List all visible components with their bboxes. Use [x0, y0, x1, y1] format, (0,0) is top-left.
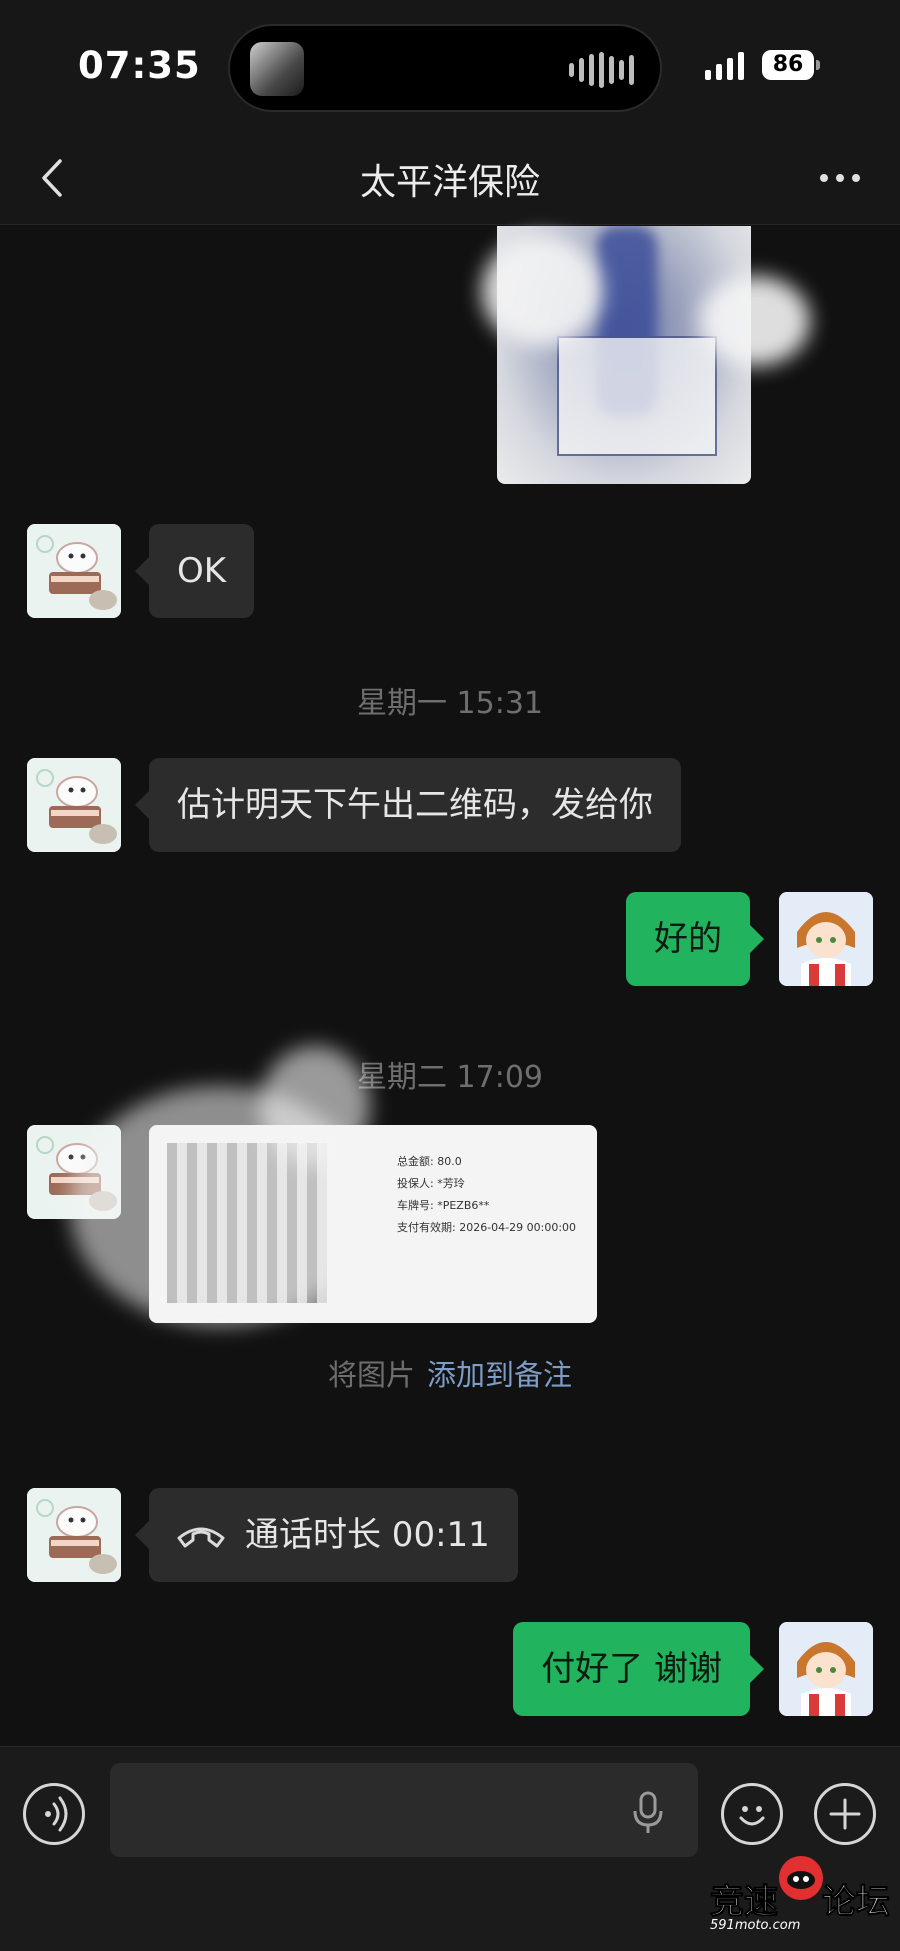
contact-avatar[interactable]	[27, 758, 121, 852]
forum-watermark: 竞速 论坛 591moto.com	[706, 1852, 896, 1948]
voice-toggle-button[interactable]	[23, 1783, 85, 1845]
add-to-note-link[interactable]: 添加到备注	[427, 1358, 572, 1392]
payment-total: 总金额: 80.0	[397, 1155, 462, 1168]
voice-wave-icon	[45, 1796, 68, 1832]
message-bubble-outgoing[interactable]: 付好了 谢谢	[513, 1622, 764, 1716]
my-avatar[interactable]	[779, 1622, 873, 1716]
contact-avatar[interactable]	[27, 524, 121, 618]
plus-icon	[829, 1798, 861, 1830]
signal-icon	[705, 52, 744, 80]
mascot-logo	[779, 1856, 823, 1900]
status-time: 07:35	[78, 44, 201, 87]
blur-smear	[482, 236, 602, 346]
call-duration: 通话时长 00:11	[245, 1515, 490, 1555]
battery-icon: 86	[762, 50, 814, 80]
message-bubble-incoming[interactable]: OK	[134, 524, 255, 618]
message-timestamp: 星期一 15:31	[357, 686, 543, 721]
contact-avatar[interactable]	[27, 1488, 121, 1582]
more-actions-button[interactable]	[814, 1783, 876, 1845]
chat-scroll-area[interactable]: OK 星期一 15:31 估计明天下午出二维码，发给你 好的 星期二 17:09…	[0, 226, 900, 1746]
status-bar: 07:35 86	[0, 0, 900, 135]
phone-hangup-icon	[177, 1527, 225, 1548]
message-text-input[interactable]	[110, 1763, 698, 1857]
payment-holder: 投保人: *芳玲	[397, 1177, 465, 1190]
message-bubble-outgoing[interactable]: 好的	[626, 892, 764, 986]
chat-title: 太平洋保险	[359, 162, 540, 203]
chat-header: 太平洋保险	[0, 135, 900, 225]
more-button[interactable]	[810, 153, 870, 203]
blur-smear	[260, 1046, 370, 1166]
dynamic-island[interactable]	[228, 24, 662, 112]
message-bubble-incoming[interactable]: 估计明天下午出二维码，发给你	[135, 758, 681, 852]
payment-details: 总金额: 80.0 投保人: *芳玲 车牌号: *PEZB6** 支付有效期: …	[397, 1151, 576, 1239]
payment-plate: 车牌号: *PEZB6**	[397, 1199, 490, 1212]
audio-wave-icon	[569, 52, 634, 88]
now-playing-thumbnail	[250, 42, 304, 96]
my-avatar[interactable]	[779, 892, 873, 986]
emoji-button[interactable]	[721, 1783, 783, 1845]
image-caption: 将图片 添加到备注	[327, 1358, 573, 1392]
call-record-bubble[interactable]: 通话时长 00:11	[135, 1488, 518, 1582]
battery-tip	[816, 60, 820, 70]
microphone-icon[interactable]	[628, 1789, 668, 1837]
payment-expiry: 支付有效期: 2026-04-29 00:00:00	[397, 1221, 577, 1234]
smiley-icon	[739, 1806, 765, 1826]
blur-smear	[700, 276, 810, 366]
message-timestamp: 星期二 17:09	[357, 1060, 543, 1095]
more-icon	[820, 174, 860, 182]
